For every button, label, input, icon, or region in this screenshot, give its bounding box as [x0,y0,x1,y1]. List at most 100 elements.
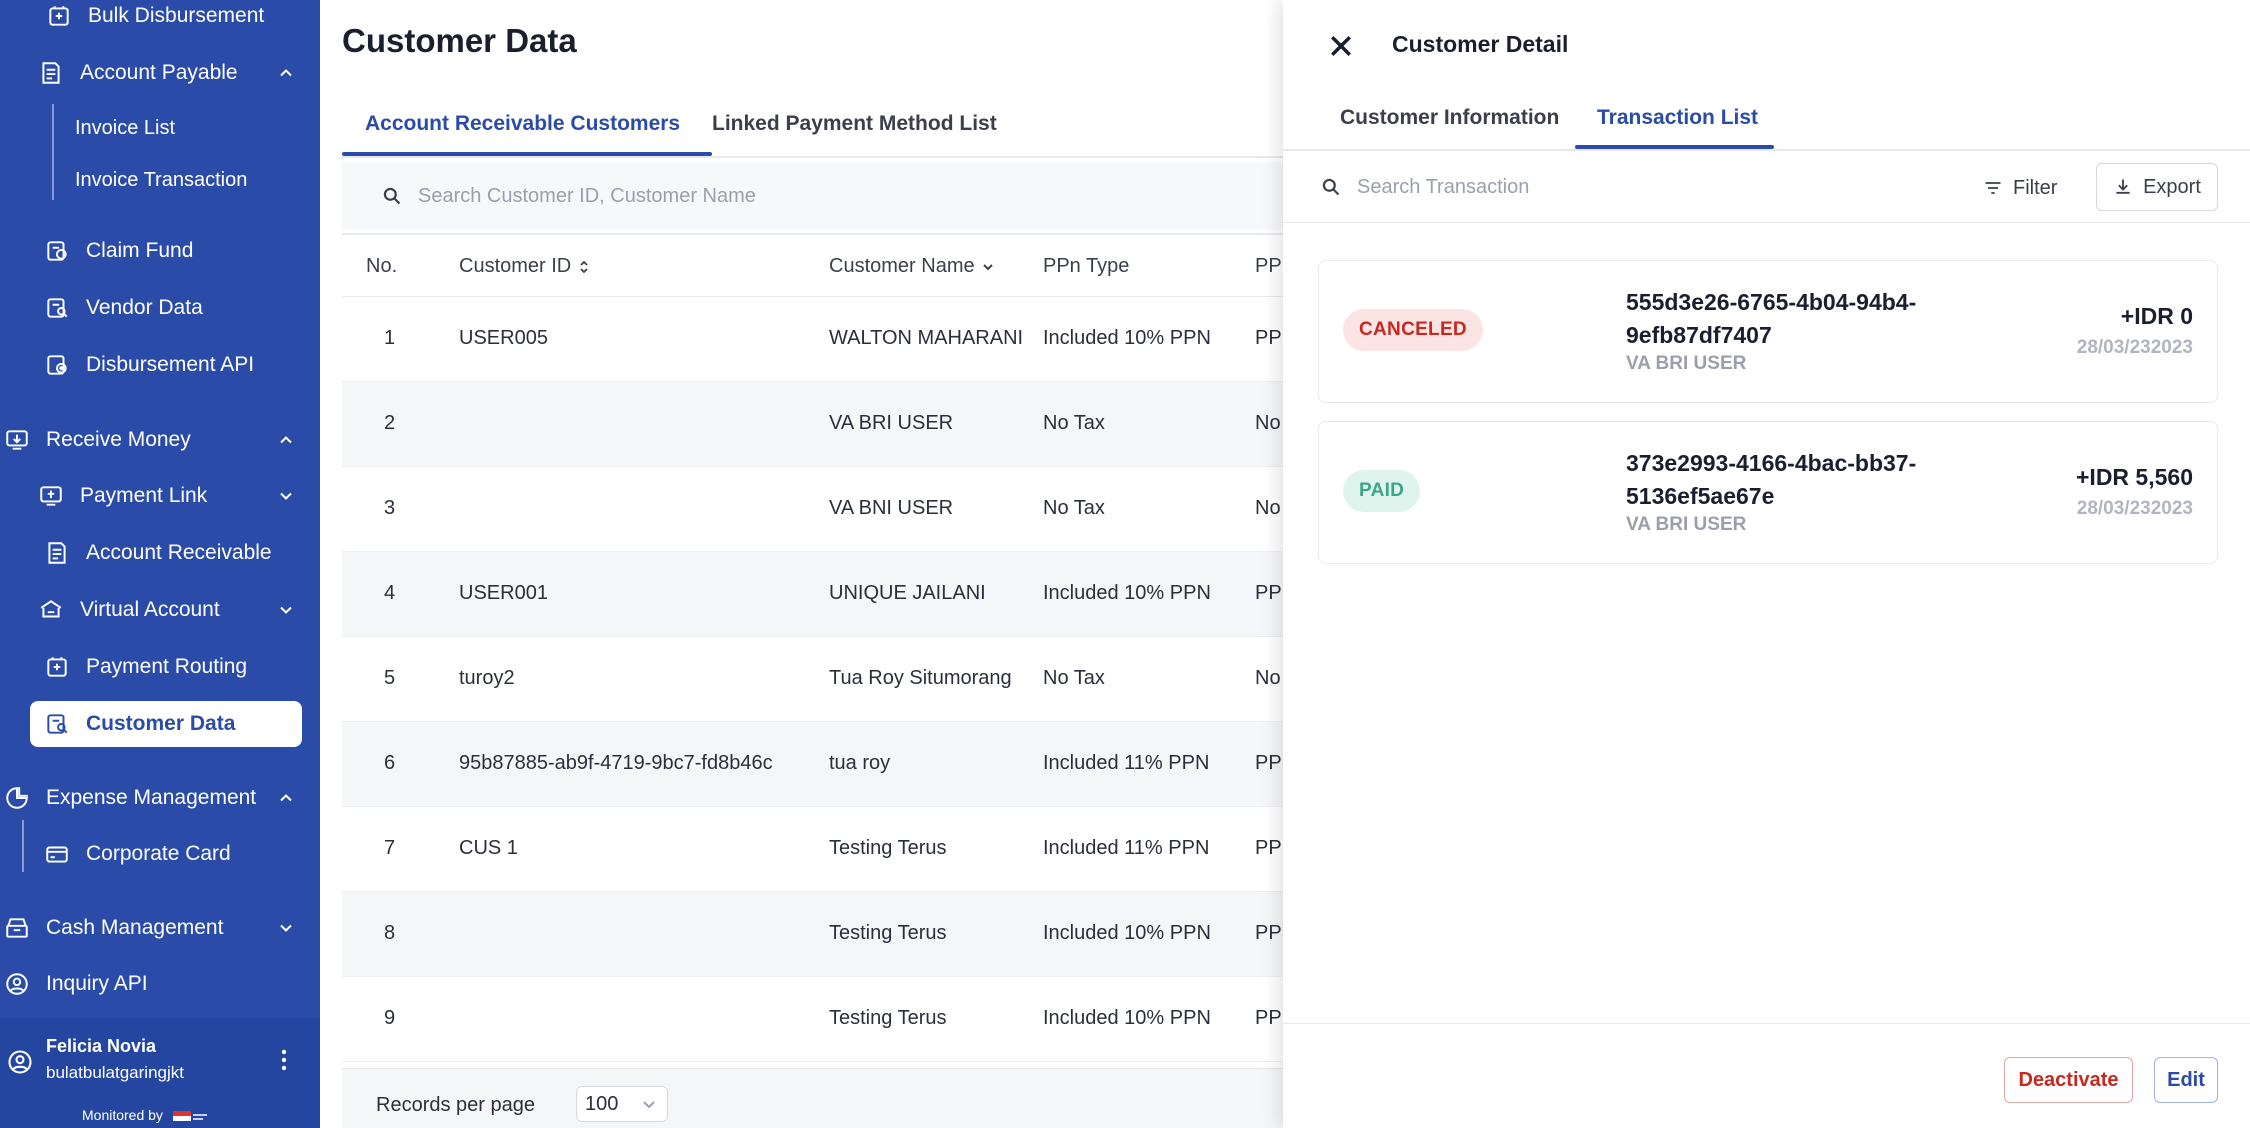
filter-button[interactable]: Filter [1983,166,2057,210]
sidebar-item-label: Expense Management [46,786,257,809]
table-row[interactable]: 2 VA BRI USER No Tax No [342,382,1283,467]
transaction-card[interactable]: PAID 373e2993-4166-4bac-bb37-5136ef5ae67… [1318,421,2218,564]
cell-no: 6 [384,752,396,774]
submenu-guide-line [22,820,24,872]
sidebar-item-account-payable[interactable]: Account Payable [36,51,298,95]
chevron-down-icon [643,1101,655,1109]
tab-customer-information[interactable]: Customer Information [1340,106,1559,130]
tab-linked-payment-method-list[interactable]: Linked Payment Method List [712,112,997,136]
tab-account-receivable-customers[interactable]: Account Receivable Customers [365,112,680,136]
table-row[interactable]: 7 CUS 1 Testing Terus Included 11% PPN P… [342,807,1283,892]
table-header: No. Customer ID Customer Name PPn Type P… [342,233,1287,297]
cell-ppn-type: Included 10% PPN [1043,1007,1211,1029]
sidebar-item-label: Virtual Account [80,598,220,621]
sidebar-item-customer-data[interactable]: Customer Data [30,701,302,747]
cell-ppn: PPI [1255,837,1283,859]
cell-ppn-type: Included 10% PPN [1043,327,1211,349]
cell-customer-name: VA BNI USER [829,497,954,519]
routing-icon [42,652,72,682]
sidebar-item-label: Account Receivable [86,541,272,564]
cell-customer-name: UNIQUE JAILANI [829,582,986,604]
column-header-customer-id[interactable]: Customer ID [459,255,591,278]
document-icon [42,538,72,568]
cell-ppn: PPI [1255,582,1283,604]
table-row[interactable]: 5 turoy2 Tua Roy Situmorang No Tax No [342,637,1283,722]
records-per-page-value: 100 [585,1092,619,1115]
transaction-search-input[interactable] [1357,175,1697,199]
search-icon [1322,178,1340,196]
edit-button[interactable]: Edit [2154,1057,2218,1103]
deactivate-button[interactable]: Deactivate [2004,1057,2133,1103]
sidebar-item-claim-fund[interactable]: Claim Fund [42,229,193,273]
sidebar-item-expense-management[interactable]: Expense Management [2,776,298,820]
sidebar-item-label: Inquiry API [46,972,148,995]
column-header-customer-name[interactable]: Customer Name [829,255,995,278]
records-per-page-select[interactable]: 100 [576,1086,668,1122]
customer-search-input[interactable] [418,184,1018,208]
tab-transaction-list[interactable]: Transaction List [1597,106,1758,130]
sidebar-item-inquiry-api[interactable]: Inquiry API [2,962,148,1006]
cell-customer-name: Testing Terus [829,1007,947,1029]
table-row[interactable]: 8 Testing Terus Included 10% PPN PPI [342,892,1283,977]
chevron-down-icon [982,263,993,270]
customer-detail-panel: Customer Detail Customer Information Tra… [1283,0,2250,1128]
sidebar-item-account-receivable[interactable]: Account Receivable [42,531,272,575]
footer-divider [1283,1023,2250,1024]
transaction-amount: +IDR 5,560 [2076,464,2193,490]
cell-customer-id: turoy2 [459,667,515,689]
sidebar-item-invoice-transaction[interactable]: Invoice Transaction [75,160,247,200]
sidebar-item-payment-link[interactable]: Payment Link [36,474,298,518]
cell-ppn: PPI [1255,752,1283,774]
cell-ppn: PPI [1255,1007,1283,1029]
sidebar-item-label: Payment Routing [86,655,248,678]
panel-title: Customer Detail [1392,31,1569,57]
cell-customer-id: USER005 [459,327,548,349]
chevron-up-icon [274,786,298,810]
table-row[interactable]: 3 VA BNI USER No Tax No [342,467,1283,552]
table-row[interactable]: 6 95b87885-ab9f-4719-9bc7-fd8b46c tua ro… [342,722,1283,807]
sidebar-item-label: Disbursement API [86,353,255,376]
api-icon [42,350,72,380]
sidebar-item-label: Payment Link [80,484,208,507]
sidebar-item-receive-money[interactable]: Receive Money [2,418,298,462]
cell-ppn: No [1255,497,1281,519]
more-vertical-icon[interactable] [272,1044,296,1076]
cell-no: 5 [384,667,396,689]
sidebar: Bulk Disbursement Account Payable Invoic… [0,0,320,1128]
sidebar-item-invoice-list[interactable]: Invoice List [75,108,175,148]
toolbar-divider [1283,222,2250,223]
sidebar-item-bulk-disbursement[interactable]: Bulk Disbursement [44,0,264,38]
cell-customer-id: 95b87885-ab9f-4719-9bc7-fd8b46c [459,752,773,774]
transaction-amount: +IDR 0 [2120,303,2193,329]
sidebar-item-corporate-card[interactable]: Corporate Card [42,832,231,876]
table-row[interactable]: 1 USER005 WALTON MAHARANI Included 10% P… [342,297,1283,382]
records-per-page-label: Records per page [376,1094,535,1116]
sidebar-item-label: Cash Management [46,916,224,939]
table-row[interactable]: 4 USER001 UNIQUE JAILANI Included 10% PP… [342,552,1283,637]
transaction-card[interactable]: CANCELED 555d3e26-6765-4b04-94b4-9efb87d… [1318,260,2218,403]
table-row[interactable]: 9 Testing Terus Included 10% PPN PPI [342,977,1283,1062]
column-header-label: Customer Name [829,255,975,277]
sidebar-item-virtual-account[interactable]: Virtual Account [36,588,298,632]
transaction-method: VA BRI USER [1626,514,1747,535]
sidebar-item-payment-routing[interactable]: Payment Routing [42,645,247,689]
sidebar-item-label: Account Payable [80,61,238,84]
cell-ppn-type: Included 10% PPN [1043,582,1211,604]
chevron-down-icon [274,916,298,940]
cell-ppn: No [1255,667,1281,689]
sidebar-item-vendor-data[interactable]: Vendor Data [42,286,203,330]
sidebar-item-cash-management[interactable]: Cash Management [2,906,298,950]
pie-chart-icon [2,783,32,813]
cell-no: 7 [384,837,396,859]
transaction-id: 373e2993-4166-4bac-bb37-5136ef5ae67e [1626,450,1917,509]
close-button[interactable] [1325,30,1357,62]
export-label: Export [2143,175,2201,198]
sidebar-item-label: Receive Money [46,428,191,451]
tabs-divider [342,156,1283,158]
sidebar-item-disbursement-api[interactable]: Disbursement API [42,343,254,387]
close-icon [1331,36,1351,56]
inquiry-icon [2,969,32,999]
cell-customer-id: CUS 1 [459,837,518,859]
export-button[interactable]: Export [2096,163,2218,211]
cell-customer-name: Testing Terus [829,837,947,859]
